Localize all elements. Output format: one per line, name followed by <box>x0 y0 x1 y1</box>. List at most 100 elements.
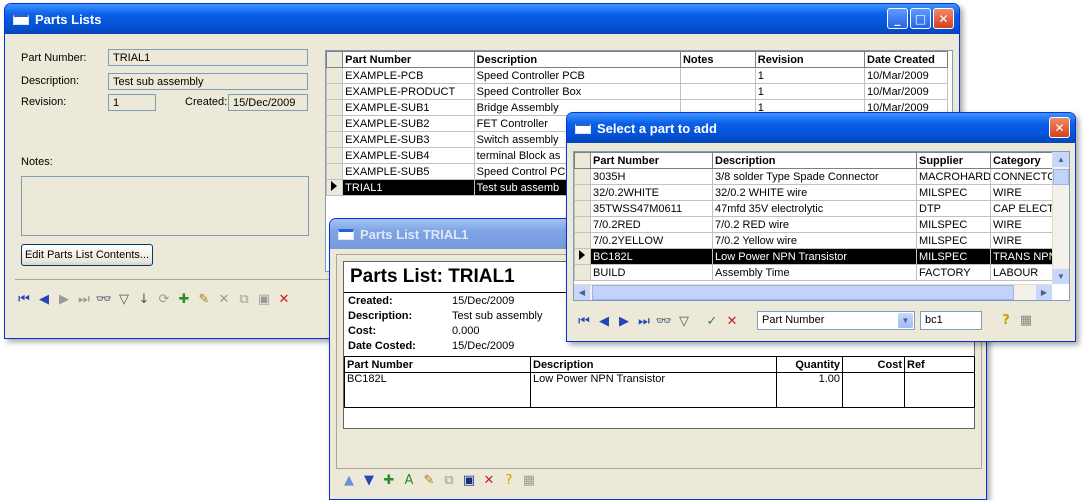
filter-icon[interactable]: ▽ <box>677 314 691 329</box>
table-cell[interactable]: TRANS NPN <box>990 248 1053 265</box>
filter-icon[interactable]: ▽ <box>117 292 131 307</box>
table-cell[interactable]: BUILD <box>590 264 713 281</box>
column-header-description[interactable]: Description <box>473 51 681 68</box>
column-header-notes[interactable]: Notes <box>679 51 756 68</box>
help-icon[interactable]: ? <box>502 473 516 488</box>
table-cell[interactable]: EXAMPLE-SUB3 <box>342 131 475 148</box>
table-cell[interactable] <box>679 67 756 84</box>
table-cell[interactable]: WIRE <box>990 216 1053 233</box>
table-cell[interactable]: LABOUR <box>990 264 1053 281</box>
row-indicator[interactable] <box>574 216 591 233</box>
first-record-icon[interactable]: ⏮ <box>17 292 31 307</box>
table-cell[interactable]: 3/8 solder Type Spade Connector <box>712 168 917 185</box>
parts-lists-titlebar[interactable]: Parts Lists _ □ ✕ <box>5 4 959 34</box>
vertical-scrollbar[interactable]: ▲ ▼ <box>1052 152 1069 284</box>
table-cell[interactable]: 3035H <box>590 168 713 185</box>
table-cell[interactable]: 7/0.2 Yellow wire <box>712 232 917 249</box>
scroll-thumb-h[interactable] <box>592 285 1014 300</box>
table-cell[interactable]: EXAMPLE-SUB1 <box>342 99 475 116</box>
table-cell[interactable]: Low Power NPN Transistor <box>712 248 917 265</box>
table-cell[interactable]: MILSPEC <box>916 184 991 201</box>
scroll-up-icon[interactable]: ▲ <box>1053 152 1069 167</box>
row-indicator[interactable] <box>326 67 344 84</box>
table-cell[interactable]: 7/0.2RED <box>590 216 713 233</box>
cancel-icon[interactable]: ✕ <box>725 314 739 329</box>
column-header-date-created[interactable]: Date Created <box>864 51 948 68</box>
table-cell[interactable]: CONNECTO <box>990 168 1053 185</box>
column-header-part-number[interactable]: Part Number <box>590 152 713 169</box>
table-cell[interactable]: 1 <box>754 83 866 100</box>
last-record-icon[interactable]: ⏭ <box>637 314 651 329</box>
cancel-icon[interactable]: ✕ <box>277 292 291 307</box>
revision-field[interactable]: 1 <box>108 94 156 111</box>
table-cell[interactable]: EXAMPLE-SUB5 <box>342 163 475 180</box>
scroll-down-icon[interactable]: ▼ <box>1053 269 1069 284</box>
minimize-icon[interactable]: _ <box>887 8 908 29</box>
table-cell[interactable]: MILSPEC <box>916 232 991 249</box>
notes-textarea[interactable] <box>21 176 309 236</box>
previous-record-icon[interactable]: ◀ <box>37 292 51 307</box>
row-indicator[interactable] <box>326 131 344 148</box>
created-field[interactable]: 15/Dec/2009 <box>228 94 308 111</box>
table-cell[interactable]: 1 <box>754 67 866 84</box>
copy-icon[interactable]: ⧉ <box>237 292 251 307</box>
table-cell[interactable]: WIRE <box>990 184 1053 201</box>
table-cell[interactable]: 7/0.2YELLOW <box>590 232 713 249</box>
chevron-down-icon[interactable]: ▼ <box>898 313 913 328</box>
table-cell[interactable]: 32/0.2 WHITE wire <box>712 184 917 201</box>
search-input[interactable]: bc1 <box>920 311 982 330</box>
horizontal-scrollbar[interactable]: ◀ ▶ <box>574 284 1052 300</box>
search-field-select[interactable]: Part Number ▼ <box>757 311 915 330</box>
last-record-icon[interactable]: ⏭ <box>77 292 91 307</box>
row-indicator[interactable] <box>326 99 344 116</box>
table-cell[interactable]: WIRE <box>990 232 1053 249</box>
delete-icon[interactable]: ✕ <box>482 473 496 488</box>
table-cell[interactable]: EXAMPLE-SUB2 <box>342 115 475 132</box>
delete-icon[interactable]: ✕ <box>217 292 231 307</box>
table-cell[interactable]: 35TWSS47M0611 <box>590 200 713 217</box>
table-cell[interactable]: EXAMPLE-PRODUCT <box>342 83 475 100</box>
column-header-part-number[interactable]: Part Number <box>342 51 475 68</box>
row-indicator[interactable] <box>326 147 344 164</box>
part-number-field[interactable]: TRIAL1 <box>108 49 308 66</box>
add-text-icon[interactable]: A <box>402 473 416 488</box>
row-indicator[interactable] <box>574 200 591 217</box>
table-cell[interactable]: Assembly Time <box>712 264 917 281</box>
table-cell[interactable]: 32/0.2WHITE <box>590 184 713 201</box>
binoculars-icon[interactable]: 👓 <box>96 292 112 307</box>
move-down-icon[interactable]: ▼ <box>362 473 376 488</box>
maximize-icon[interactable]: □ <box>910 8 931 29</box>
first-record-icon[interactable]: ⏮ <box>577 314 591 329</box>
table-cell[interactable]: CAP ELECT <box>990 200 1053 217</box>
row-indicator[interactable] <box>574 264 591 281</box>
table-cell[interactable]: DTP <box>916 200 991 217</box>
table-row[interactable]: 7/0.2YELLOW 7/0.2 Yellow wire MILSPEC WIRE <box>574 232 1053 249</box>
edit-icon[interactable]: ✎ <box>197 292 211 307</box>
table-row[interactable]: EXAMPLE-PRODUCT Speed Controller Box 1 10/M… <box>326 83 948 100</box>
row-indicator[interactable] <box>574 184 591 201</box>
previous-record-icon[interactable]: ◀ <box>597 314 611 329</box>
row-indicator[interactable] <box>574 232 591 249</box>
copy-icon[interactable]: ⧉ <box>442 473 456 488</box>
table-row[interactable]: 7/0.2RED 7/0.2 RED wire MILSPEC WIRE <box>574 216 1053 233</box>
table-row[interactable]: BC182L Low Power NPN Transistor MILSPEC TRA… <box>574 248 1053 265</box>
table-row[interactable]: 3035H 3/8 solder Type Spade Connector MACR… <box>574 168 1053 185</box>
table-cell[interactable]: MACROHARD <box>916 168 991 185</box>
grid-icon[interactable]: ▦ <box>522 473 536 488</box>
table-cell[interactable] <box>679 83 756 100</box>
row-indicator[interactable] <box>326 83 344 100</box>
help-icon[interactable]: ? <box>999 313 1013 328</box>
column-header-category[interactable]: Category <box>990 152 1053 169</box>
row-indicator[interactable] <box>326 179 344 196</box>
table-cell[interactable]: MILSPEC <box>916 248 991 265</box>
table-cell[interactable]: TRIAL1 <box>342 179 475 196</box>
column-header-revision[interactable]: Revision <box>754 51 866 68</box>
table-cell[interactable]: 7/0.2 RED wire <box>712 216 917 233</box>
table-cell[interactable]: 10/Mar/2009 <box>864 67 948 84</box>
move-up-icon[interactable]: ▲ <box>342 473 356 488</box>
row-indicator[interactable] <box>326 163 344 180</box>
refresh-icon[interactable]: ⟳ <box>157 292 171 307</box>
save-icon[interactable]: ▣ <box>462 473 476 488</box>
add-part-icon[interactable]: ✚ <box>382 473 396 488</box>
edit-parts-list-contents-button[interactable]: Edit Parts List Contents... <box>21 244 153 266</box>
